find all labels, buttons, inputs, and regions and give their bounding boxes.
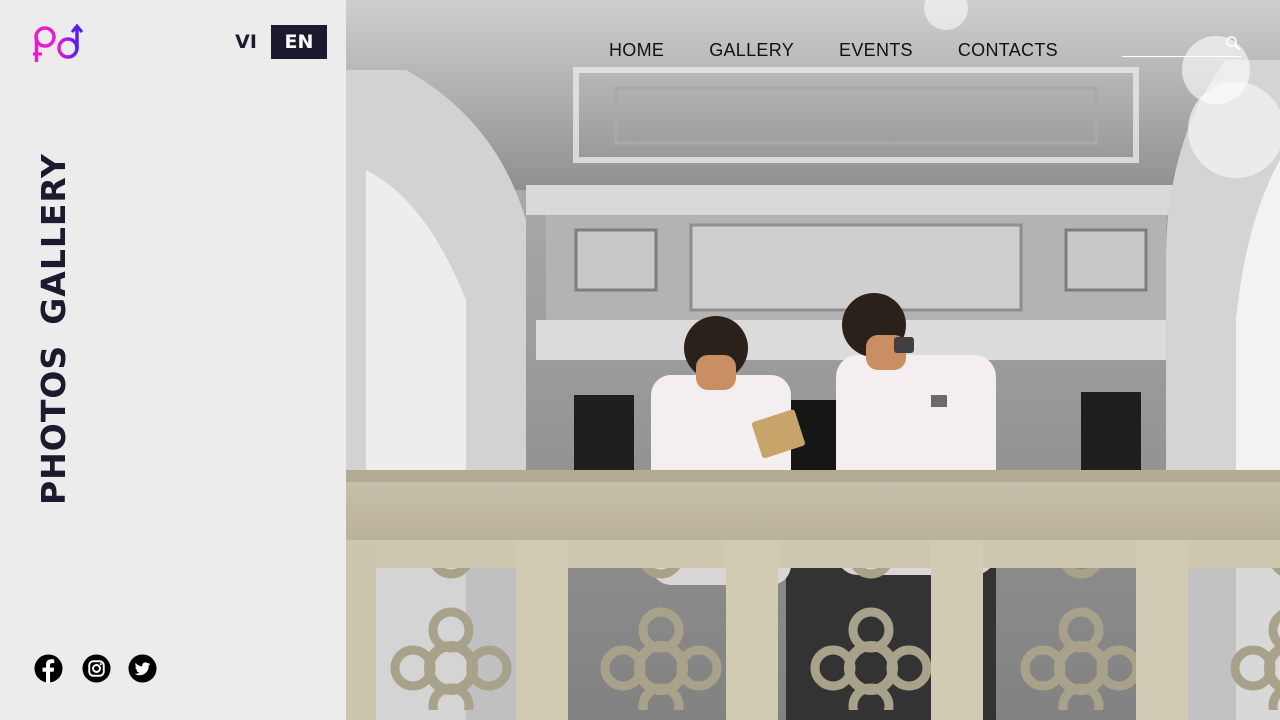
title-word-photos: PHOTOS xyxy=(34,344,73,505)
facebook-icon[interactable] xyxy=(34,654,63,683)
language-vi-button[interactable]: VI xyxy=(228,25,264,59)
search-input[interactable] xyxy=(1122,32,1222,54)
main-nav: HOME GALLERY EVENTS CONTACTS xyxy=(609,40,1058,61)
search-bar xyxy=(1122,32,1242,57)
instagram-icon[interactable] xyxy=(82,654,111,683)
sidebar: VI EN PHOTOS GALLERY xyxy=(0,0,346,720)
hero-photo-illustration xyxy=(346,0,1280,720)
title-word-gallery: GALLERY xyxy=(34,153,73,325)
nav-gallery[interactable]: GALLERY xyxy=(709,40,794,61)
nav-home[interactable]: HOME xyxy=(609,40,664,61)
nav-contacts[interactable]: CONTACTS xyxy=(958,40,1058,61)
logo-icon[interactable] xyxy=(33,24,85,64)
page-title-vertical: PHOTOS GALLERY xyxy=(34,153,73,505)
twitter-icon[interactable] xyxy=(128,654,157,683)
search-icon[interactable] xyxy=(1225,35,1241,51)
hero-photo xyxy=(346,0,1280,720)
language-en-button[interactable]: EN xyxy=(271,25,327,59)
nav-events[interactable]: EVENTS xyxy=(839,40,913,61)
